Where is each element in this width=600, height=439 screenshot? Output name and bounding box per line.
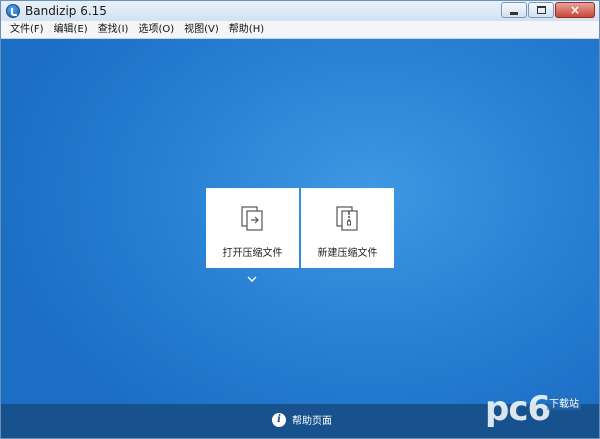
- maximize-button[interactable]: [528, 2, 554, 18]
- menu-bar: 文件(F) 编辑(E) 查找(I) 选项(O) 视图(V) 帮助(H): [1, 21, 599, 39]
- app-window: Bandizip 6.15 × 文件(F) 编辑(E) 查找(I) 选项(O) …: [0, 0, 600, 439]
- main-area: 打开压缩文件 新建压缩文件: [1, 39, 599, 404]
- info-icon: i: [272, 412, 286, 427]
- open-archive-label: 打开压缩文件: [222, 248, 283, 259]
- new-archive-icon: [335, 206, 360, 232]
- action-tiles: 打开压缩文件 新建压缩文件: [206, 188, 394, 268]
- watermark-logo: pc6 下载站: [485, 389, 595, 437]
- title-bar[interactable]: Bandizip 6.15 ×: [1, 1, 599, 21]
- open-archive-button[interactable]: 打开压缩文件: [206, 188, 299, 268]
- chevron-down-icon[interactable]: [247, 272, 257, 282]
- minimize-icon: [510, 11, 518, 15]
- window-controls: ×: [500, 2, 595, 18]
- help-page-link[interactable]: i 帮助页面: [272, 412, 332, 427]
- close-icon: ×: [569, 3, 581, 17]
- menu-view[interactable]: 视图(V): [179, 21, 224, 39]
- new-archive-button[interactable]: 新建压缩文件: [301, 188, 394, 268]
- menu-edit[interactable]: 编辑(E): [49, 21, 93, 39]
- maximize-icon: [536, 6, 546, 14]
- close-button[interactable]: ×: [555, 2, 595, 18]
- window-title: Bandizip 6.15: [25, 4, 107, 18]
- new-archive-label: 新建压缩文件: [317, 248, 378, 259]
- minimize-button[interactable]: [501, 2, 527, 18]
- menu-help[interactable]: 帮助(H): [224, 21, 269, 39]
- menu-file[interactable]: 文件(F): [5, 21, 49, 39]
- menu-options[interactable]: 选项(O): [133, 21, 179, 39]
- bandizip-app-icon[interactable]: [6, 4, 20, 18]
- help-page-label: 帮助页面: [292, 416, 332, 427]
- open-archive-icon: [240, 206, 265, 232]
- watermark-brand: pc6: [485, 389, 551, 429]
- menu-find[interactable]: 查找(I): [93, 21, 134, 39]
- watermark-sub: 下载站: [547, 395, 581, 410]
